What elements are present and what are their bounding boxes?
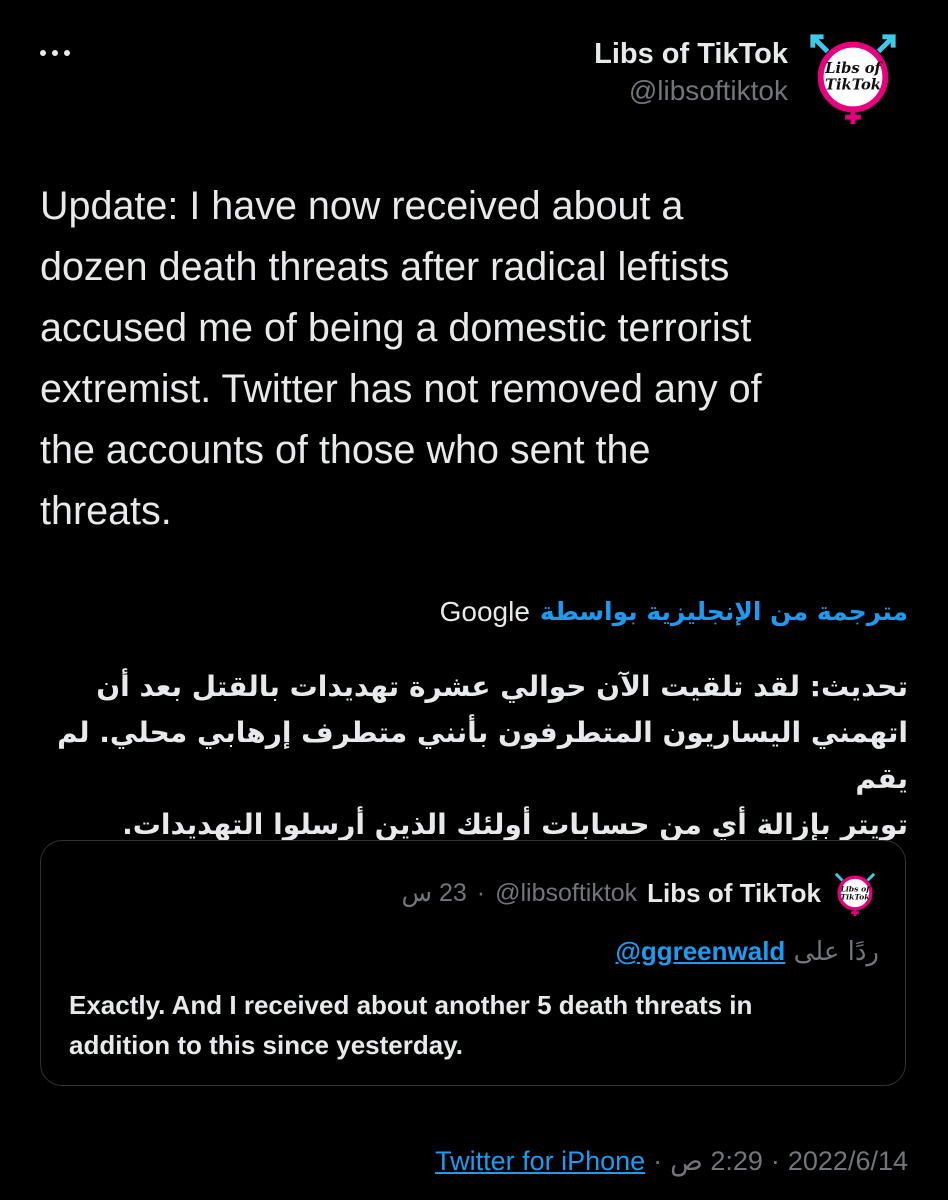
more-options-button[interactable] xyxy=(40,38,80,68)
tweet-date[interactable]: 2022/6/14 xyxy=(788,1146,908,1177)
quoted-avatar[interactable]: Libs of TikTok xyxy=(831,869,879,917)
translated-from-label[interactable]: مترجمة من الإنجليزية بواسطة xyxy=(540,592,908,632)
author-handle[interactable]: @libsoftiktok xyxy=(594,72,788,110)
more-dot xyxy=(40,50,46,56)
more-dot xyxy=(64,50,70,56)
tweet-text: Update: I have now received about a doze… xyxy=(40,184,762,533)
reply-handle-link[interactable]: @ggreenwald xyxy=(615,936,785,966)
reply-prefix: ردًا على xyxy=(793,937,879,967)
tweet-meta: 2022/6/14 · 2:29 ص · Twitter for iPhone xyxy=(435,1146,908,1177)
avatar[interactable]: Libs of TikTok xyxy=(804,28,902,126)
quoted-avatar-text-1: Libs of xyxy=(839,885,871,894)
quoted-tweet-text: Exactly. And I received about another 5 … xyxy=(69,990,753,1060)
quoted-timestamp[interactable]: 23 س xyxy=(401,878,466,908)
dot-separator: · xyxy=(653,1146,663,1176)
avatar-text-1: Libs of xyxy=(824,60,883,77)
tweet-time[interactable]: 2:29 ص xyxy=(670,1146,763,1177)
dot-separator: · xyxy=(770,1146,780,1176)
quoted-avatar-text-2: TikTok xyxy=(840,893,869,902)
translation-attribution: مترجمة من الإنجليزية بواسطة Google xyxy=(440,592,908,632)
translated-text: تحديث: لقد تلقيت الآن حوالي عشرة تهديدات… xyxy=(57,670,908,841)
avatar-text-2: TikTok xyxy=(825,77,881,94)
quoted-tweet-card[interactable]: Libs of TikTok Libs of TikTok @libsoftik… xyxy=(40,840,906,1086)
dot-separator: · xyxy=(476,878,486,907)
quoted-tweet-header: Libs of TikTok Libs of TikTok @libsoftik… xyxy=(401,869,879,917)
tweet-source-link[interactable]: Twitter for iPhone xyxy=(435,1146,645,1177)
reply-context: ردًا على @ggreenwald xyxy=(615,933,879,970)
google-logo: Google xyxy=(439,596,530,627)
more-dot xyxy=(52,50,58,56)
quoted-author-handle[interactable]: @libsoftiktok xyxy=(495,879,637,908)
quoted-author-name[interactable]: Libs of TikTok xyxy=(647,878,821,909)
tweet-author[interactable]: Libs of TikTok @libsoftiktok xyxy=(594,36,788,110)
author-name[interactable]: Libs of TikTok xyxy=(594,36,788,72)
